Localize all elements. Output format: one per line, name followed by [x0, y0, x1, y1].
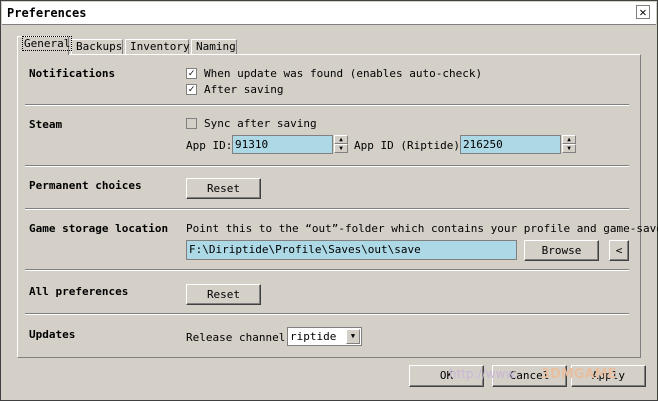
separator	[25, 313, 629, 315]
when-update-found-label: When update was found (enables auto-chec…	[204, 67, 482, 80]
separator	[25, 165, 629, 167]
permanent-choices-reset-button[interactable]: Reset	[186, 178, 261, 199]
game-storage-path-input[interactable]: F:\Diriptide\Profile\Saves\out\save	[186, 240, 517, 260]
release-channel-label: Release channel:	[186, 331, 292, 344]
section-notifications-label: Notifications	[29, 67, 115, 80]
after-saving-checkbox[interactable]: ✓	[186, 84, 197, 95]
app-id-spinner[interactable]: ▲ ▼	[334, 135, 348, 154]
watermark-url: http://www.	[449, 367, 518, 381]
app-id-riptide-spinner[interactable]: ▲ ▼	[562, 135, 576, 154]
separator	[25, 208, 629, 210]
arrow-up-icon[interactable]: ▲	[334, 135, 348, 144]
section-permanent-choices-label: Permanent choices	[29, 179, 142, 192]
section-all-preferences-label: All preferences	[29, 285, 128, 298]
tab-inventory[interactable]: Inventory	[125, 39, 189, 55]
all-preferences-reset-button[interactable]: Reset	[186, 284, 261, 305]
check-icon: ✓	[188, 68, 194, 79]
arrow-up-icon[interactable]: ▲	[562, 135, 576, 144]
close-icon: ✕	[639, 6, 646, 18]
section-steam-label: Steam	[29, 118, 62, 131]
tab-naming-label: Naming	[196, 40, 236, 53]
tab-backups[interactable]: Backups	[71, 39, 123, 55]
path-back-button[interactable]: <	[609, 240, 629, 261]
when-update-found-checkbox[interactable]: ✓	[186, 68, 197, 79]
release-channel-select[interactable]: riptide ▼	[287, 327, 362, 346]
window-title: Preferences	[7, 6, 86, 20]
separator	[25, 269, 629, 271]
chevron-down-icon[interactable]: ▼	[346, 329, 360, 344]
title-bar: Preferences ✕	[2, 2, 656, 25]
sync-after-saving-label: Sync after saving	[204, 117, 317, 130]
app-id-input[interactable]: 91310	[232, 135, 333, 154]
tab-naming[interactable]: Naming	[191, 39, 237, 55]
tab-inventory-label: Inventory	[130, 40, 190, 53]
preferences-window: Preferences ✕ General Backups Inventory …	[0, 0, 658, 401]
arrow-down-icon[interactable]: ▼	[562, 144, 576, 153]
app-id-label: App ID:	[186, 139, 232, 152]
after-saving-label: After saving	[204, 83, 283, 96]
section-game-storage-label: Game storage location	[29, 222, 168, 235]
section-updates-label: Updates	[29, 328, 75, 341]
release-channel-value: riptide	[290, 330, 336, 343]
tab-general[interactable]: General	[17, 36, 69, 55]
close-button[interactable]: ✕	[636, 5, 650, 19]
arrow-down-icon[interactable]: ▼	[334, 144, 348, 153]
tab-general-label: General	[22, 36, 72, 51]
app-id-riptide-label: App ID (Riptide):	[354, 139, 467, 152]
check-icon: ✓	[188, 84, 194, 95]
watermark-logo: 3DMGAME	[541, 367, 616, 382]
tab-backups-label: Backups	[76, 40, 122, 53]
sync-after-saving-checkbox[interactable]	[186, 118, 197, 129]
game-storage-hint: Point this to the “out”-folder which con…	[186, 222, 658, 235]
app-id-riptide-input[interactable]: 216250	[460, 135, 561, 154]
separator	[25, 104, 629, 106]
browse-button[interactable]: Browse	[524, 240, 599, 261]
